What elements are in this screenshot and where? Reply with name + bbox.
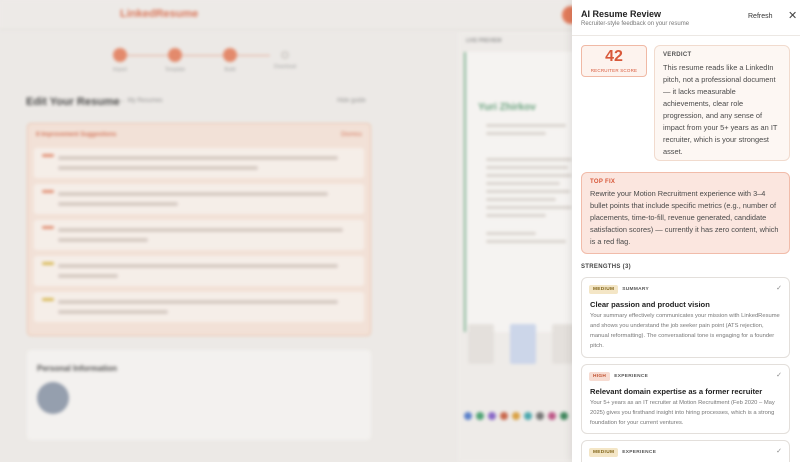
page-title: Edit Your Resume [26,96,120,108]
suggestion-item[interactable] [34,148,364,178]
top-fix-label: TOP FIX [590,179,616,185]
check-icon[interactable]: ✓ [776,371,782,379]
priority-badge: HIGH [589,372,611,381]
app-logo: LinkedResume [120,8,199,20]
score-label: RECRUITER SCORE [590,68,638,73]
step-dot [281,51,289,59]
strength-title: Relevant domain expertise as a former re… [590,387,763,396]
score-value: 42 [605,48,623,65]
step-label: Download [273,64,297,70]
hide-guide-link[interactable]: Hide guide [337,98,366,104]
color-swatch[interactable] [476,412,484,420]
color-swatch[interactable] [488,412,496,420]
progress-stepper: Import Template Build Download [100,48,310,78]
check-icon[interactable]: ✓ [776,284,782,292]
step-template[interactable]: Template [155,48,195,73]
template-option[interactable] [510,324,536,364]
ai-review-panel: AI Resume Review Recruiter-style feedbac… [572,0,800,462]
check-icon[interactable]: ✓ [776,447,782,455]
improvements-title: 8 Improvement Suggestions [36,132,117,138]
preview-label: LIVE PREVIEW [466,38,502,44]
refresh-button[interactable]: Refresh [748,13,773,20]
template-option[interactable] [468,324,494,364]
profile-photo[interactable] [37,382,69,414]
step-build[interactable]: Build [210,48,250,73]
category-label: EXPERIENCE [614,374,649,379]
color-swatch[interactable] [524,412,532,420]
step-dot [113,48,127,62]
card-tags: MEDIUM SUMMARY [589,285,649,294]
verdict-text: This resume reads like a LinkedIn pitch,… [663,63,778,156]
strength-body: Your summary effectively communicates yo… [590,313,780,349]
template-picker [464,324,578,394]
suggestion-item[interactable] [34,256,364,286]
improvement-suggestions-panel: 8 Improvement Suggestions Dismiss [27,123,371,336]
step-label: Build [224,67,236,73]
color-swatch[interactable] [536,412,544,420]
top-fix-card: TOP FIX Rewrite your Motion Recruitment … [581,172,790,254]
step-download[interactable]: Download [265,48,305,70]
color-swatch[interactable] [560,412,568,420]
step-label: Import [112,67,128,73]
recruiter-score: 42 RECRUITER SCORE [581,45,647,77]
card-tags: MEDIUM EXPERIENCE [589,448,656,457]
step-label: Template [164,67,186,73]
live-preview: LIVE PREVIEW Yuri Zhirkov [458,32,578,462]
color-swatch[interactable] [512,412,520,420]
color-swatch[interactable] [500,412,508,420]
close-icon[interactable]: ✕ [788,10,797,22]
category-label: EXPERIENCE [622,450,657,455]
strength-card[interactable]: HIGH EXPERIENCE ✓ Relevant domain experti… [581,364,790,434]
step-import[interactable]: Import [100,48,140,73]
strength-card[interactable]: MEDIUM EXPERIENCE ✓ [581,440,790,462]
strength-card[interactable]: MEDIUM SUMMARY ✓ Clear passion and produc… [581,277,790,358]
personal-information-section: Personal Information [27,350,371,440]
personal-title: Personal Information [37,364,118,373]
verdict-card: VERDICT This resume reads like a LinkedI… [654,45,790,161]
card-tags: HIGH EXPERIENCE [589,372,648,381]
panel-subtitle: Recruiter-style feedback on your resume [581,21,690,27]
strength-title: Clear passion and product vision [590,300,710,309]
priority-badge: MEDIUM [589,285,619,294]
step-dot [168,48,182,62]
panel-title: AI Resume Review [581,9,662,19]
back-link[interactable]: ← My Resumes [120,98,163,104]
dismiss-button[interactable]: Dismiss [341,132,362,138]
color-swatch[interactable] [548,412,556,420]
top-fix-text: Rewrite your Motion Recruitment experien… [590,189,779,246]
strength-body: Your 5+ years as an IT recruiter at Moti… [590,400,775,426]
suggestion-item[interactable] [34,292,364,322]
panel-header: AI Resume Review Recruiter-style feedbac… [572,0,800,36]
suggestion-item[interactable] [34,184,364,214]
preview-name: Yuri Zhirkov [478,102,536,113]
strengths-heading: STRENGTHS (3) [581,264,631,270]
category-label: SUMMARY [622,287,649,292]
color-swatch[interactable] [464,412,472,420]
step-dot [223,48,237,62]
suggestion-item[interactable] [34,220,364,250]
priority-badge: MEDIUM [589,448,619,457]
verdict-label: VERDICT [663,52,692,58]
